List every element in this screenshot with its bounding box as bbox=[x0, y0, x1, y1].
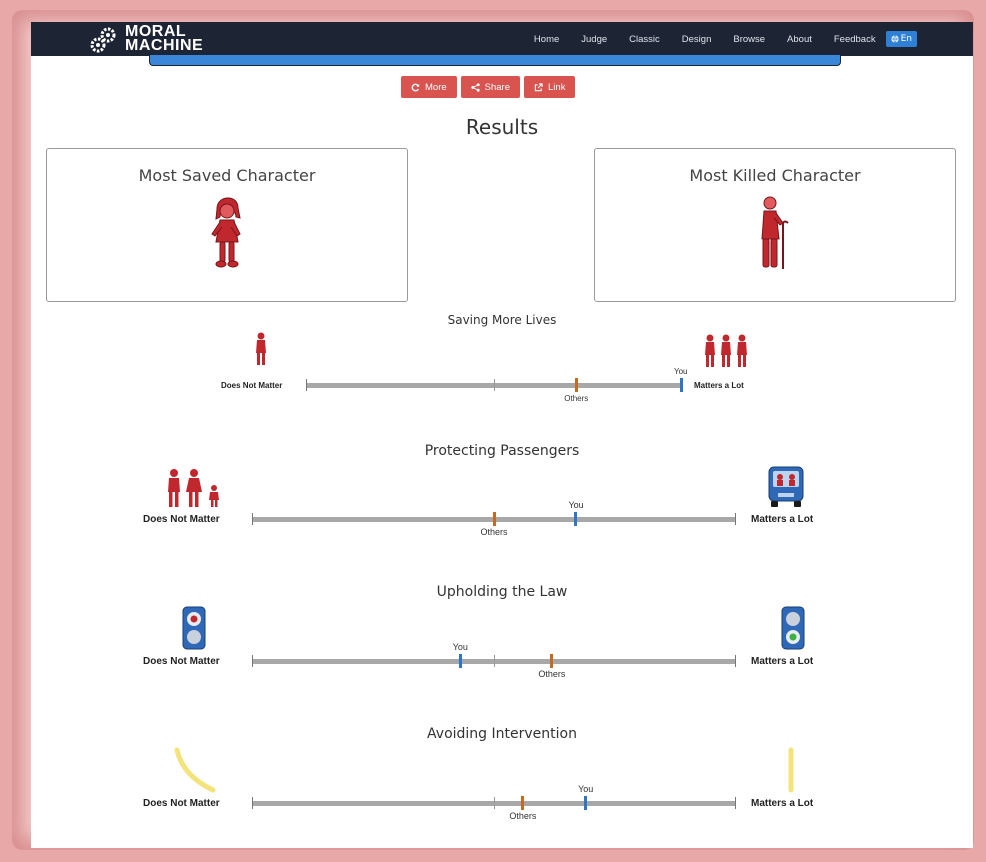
scale-4-tick-mid bbox=[494, 797, 495, 809]
scale-4-tick-end bbox=[735, 797, 736, 809]
scale-1-you-label: You bbox=[674, 367, 688, 376]
share-label: Share bbox=[484, 81, 511, 93]
page: MORAL MACHINE Home Judge Classic Design … bbox=[31, 22, 973, 848]
action-buttons: More Share Link bbox=[401, 76, 576, 98]
scale-2-tick-end bbox=[735, 513, 736, 525]
scale-2-you-marker bbox=[574, 512, 578, 526]
share-icon bbox=[471, 82, 480, 92]
results-title: Results bbox=[465, 115, 539, 139]
logo[interactable]: MORAL MACHINE bbox=[89, 24, 229, 54]
most-saved-title: Most Saved Character bbox=[138, 166, 316, 185]
car-with-passengers-icon bbox=[768, 466, 804, 507]
scale-1-tick-start bbox=[306, 379, 307, 391]
scale-1-tick-mid bbox=[494, 379, 495, 391]
logo-text-line2: MACHINE bbox=[125, 37, 204, 54]
scale-3-you-marker bbox=[458, 654, 462, 668]
most-killed-title: Most Killed Character bbox=[689, 166, 861, 185]
share-button[interactable]: Share bbox=[460, 76, 521, 98]
scale-3-tick-end bbox=[735, 655, 736, 667]
elderly-man-icon bbox=[761, 196, 789, 269]
scale-4-right-label: Matters a Lot bbox=[751, 798, 814, 809]
link-label: Link bbox=[548, 81, 566, 93]
scale-3-tick-start bbox=[252, 655, 253, 667]
most-saved-box: Most Saved Character bbox=[46, 148, 408, 302]
scale-3-left-label: Does Not Matter bbox=[143, 656, 220, 667]
scale-3-right-label: Matters a Lot bbox=[751, 656, 814, 667]
scale-4-you-label: You bbox=[578, 784, 594, 794]
scale-4-others-marker bbox=[521, 796, 525, 810]
scale-1-you-marker bbox=[679, 378, 683, 392]
scale-3-you-label: You bbox=[452, 642, 468, 652]
scale-2-right-label: Matters a Lot bbox=[751, 514, 814, 525]
more-label: More bbox=[425, 81, 447, 93]
red-traffic-light-icon bbox=[182, 606, 206, 650]
straight-path-icon bbox=[788, 747, 794, 793]
scale-1-right-label: Matters a Lot bbox=[694, 381, 744, 390]
scale-title-avoiding-intervention: Avoiding Intervention bbox=[427, 726, 577, 742]
scale-2-others-label: Others bbox=[480, 527, 508, 537]
gears-icon bbox=[90, 27, 116, 53]
nav-feedback[interactable]: Feedback bbox=[834, 34, 876, 45]
language-label: En bbox=[900, 34, 912, 44]
scale-3-tick-mid bbox=[494, 655, 495, 667]
green-traffic-light-icon bbox=[781, 606, 805, 650]
scale-3-others-label: Others bbox=[538, 669, 566, 679]
language-button[interactable]: En bbox=[885, 31, 917, 47]
girl-icon bbox=[211, 197, 241, 268]
scale-2-you-label: You bbox=[568, 500, 584, 510]
scale-4-left-label: Does Not Matter bbox=[143, 798, 220, 809]
scale-1-others-marker bbox=[574, 378, 578, 392]
scale-4-others-label: Others bbox=[509, 811, 537, 821]
scale-title-saving-lives: Saving More Lives bbox=[447, 313, 557, 327]
nav-design[interactable]: Design bbox=[682, 34, 712, 45]
refresh-icon bbox=[411, 83, 420, 91]
nav-home[interactable]: Home bbox=[534, 34, 559, 45]
scale-4-tick-start bbox=[252, 797, 253, 809]
nav-judge[interactable]: Judge bbox=[581, 34, 607, 45]
nav-browse[interactable]: Browse bbox=[733, 34, 765, 45]
scale-1-left-label: Does Not Matter bbox=[221, 381, 283, 390]
scale-title-protecting-passengers: Protecting Passengers bbox=[424, 443, 580, 459]
globe-icon bbox=[891, 35, 899, 43]
nav-classic[interactable]: Classic bbox=[629, 34, 660, 45]
group-of-people-icon bbox=[705, 334, 747, 367]
link-button[interactable]: Link bbox=[524, 76, 576, 98]
scale-2-left-label: Does Not Matter bbox=[143, 514, 220, 525]
single-person-icon bbox=[256, 332, 266, 365]
scale-4-you-marker bbox=[584, 796, 588, 810]
nav-links: Home Judge Classic Design Browse About F… bbox=[512, 22, 917, 56]
scale-title-upholding-law: Upholding the Law bbox=[436, 584, 568, 600]
navbar: MORAL MACHINE Home Judge Classic Design … bbox=[31, 22, 973, 56]
pedestrians-icon bbox=[168, 469, 219, 507]
scale-1-others-label: Others bbox=[564, 394, 589, 403]
more-button[interactable]: More bbox=[401, 76, 457, 98]
nav-about[interactable]: About bbox=[787, 34, 812, 45]
scale-2-tick-start bbox=[252, 513, 253, 525]
scale-3-others-marker bbox=[550, 654, 554, 668]
most-killed-box: Most Killed Character bbox=[594, 148, 956, 302]
header-progress-bar bbox=[149, 55, 841, 66]
swerve-path-icon bbox=[174, 747, 216, 793]
external-link-icon bbox=[534, 82, 543, 91]
scale-2-others-marker bbox=[492, 512, 496, 526]
